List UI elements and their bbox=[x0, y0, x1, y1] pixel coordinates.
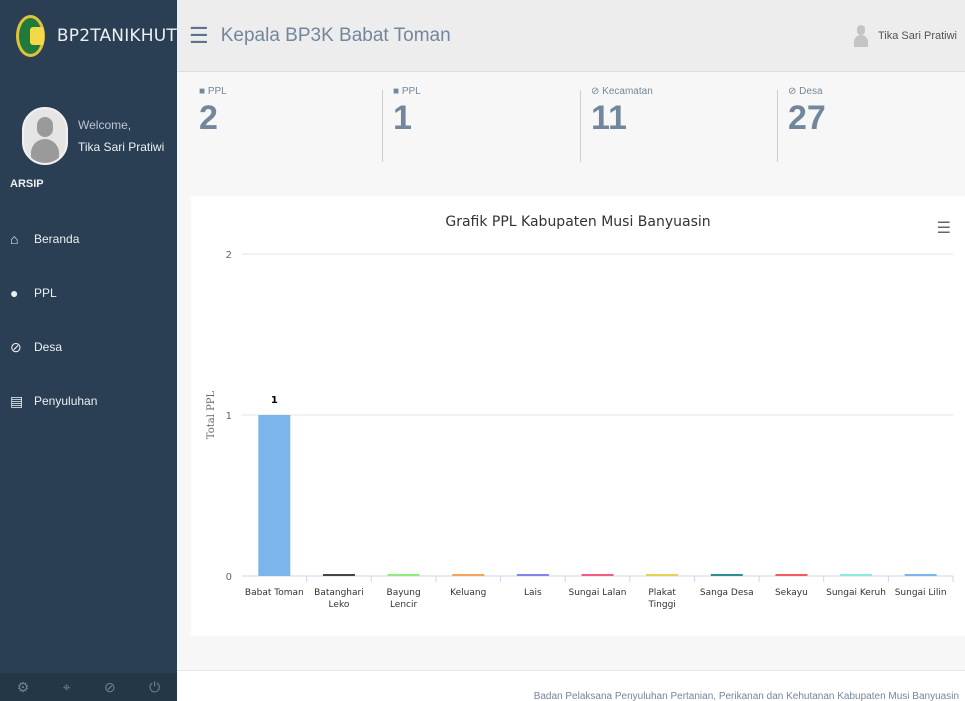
stat-kecamatan: ⊘ Kecamatan 11 bbox=[591, 86, 653, 138]
sidebar-item-desa[interactable]: ⊘ Desa bbox=[0, 320, 177, 374]
footer-text: Badan Pelaksana Penyuluhan Pertanian, Pe… bbox=[533, 691, 959, 701]
profile-info: Welcome, Tika Sari Pratiwi bbox=[78, 118, 164, 154]
settings-icon[interactable]: ⚙ bbox=[17, 679, 30, 696]
x-tick-label: Sungai Lilin bbox=[895, 588, 947, 598]
server-icon: ▤ bbox=[10, 392, 24, 409]
user-icon: ■ bbox=[199, 86, 208, 97]
chart-title: Grafik PPL Kabupaten Musi Banyuasin bbox=[445, 214, 711, 230]
user-menu[interactable]: Tika Sari Pratiwi bbox=[853, 24, 957, 47]
chart-context-menu-icon[interactable]: ☰ bbox=[937, 218, 951, 238]
sidebar: BP2TANIKHUT Welcome, Tika Sari Pratiwi A… bbox=[0, 0, 177, 701]
chart-bar bbox=[258, 415, 291, 576]
top-navbar: ☰ Kepala BP3K Babat Toman Tika Sari Prat… bbox=[177, 0, 965, 72]
user-icon: ■ bbox=[393, 86, 402, 97]
avatar bbox=[22, 107, 68, 165]
sidebar-item-beranda[interactable]: ⌂ Beranda bbox=[0, 212, 177, 266]
page-footer: Badan Pelaksana Penyuluhan Pertanian, Pe… bbox=[177, 670, 965, 701]
stat-value: 11 bbox=[591, 99, 627, 137]
x-tick-label: Lais bbox=[524, 588, 542, 598]
user-avatar-icon bbox=[853, 24, 868, 47]
y-tick-label: 2 bbox=[226, 250, 232, 261]
x-tick-label: Sungai Lalan bbox=[569, 588, 627, 598]
chart-bar bbox=[387, 574, 420, 576]
brand-name: BP2TANIKHUT bbox=[56, 26, 177, 46]
x-tick-label: Batanghari Leko bbox=[314, 588, 364, 610]
chart-bar bbox=[452, 574, 485, 576]
chart-bar bbox=[775, 574, 808, 576]
x-tick-label: Plakat Tinggi bbox=[647, 588, 676, 610]
divider bbox=[382, 90, 383, 162]
stat-ppl-2: ■ PPL 1 bbox=[393, 86, 421, 138]
chart-bar bbox=[516, 574, 549, 576]
compass-icon: ⊘ bbox=[10, 338, 22, 355]
user-name: Tika Sari Pratiwi bbox=[877, 29, 957, 42]
x-tick-label: Babat Toman bbox=[245, 588, 304, 598]
logout-icon[interactable]: ⏻ bbox=[149, 679, 160, 696]
bar-chart: 0 1 2 Total PPL Babat Toman 1 Batanghari Leko Ba… bbox=[206, 250, 954, 610]
chart-bar bbox=[646, 574, 679, 576]
chart-bar bbox=[710, 574, 743, 576]
divider bbox=[580, 90, 581, 162]
y-tick-label: 0 bbox=[226, 572, 232, 583]
fullscreen-icon[interactable]: ⌖ bbox=[63, 679, 71, 696]
chart-panel: 0 1 2 Total PPL Babat Toman 1 Batanghari Leko Ba… bbox=[191, 196, 965, 636]
profile-name: Tika Sari Pratiwi bbox=[78, 140, 165, 154]
home-icon: ⌂ bbox=[10, 231, 19, 247]
stat-label: ⊘ Kecamatan bbox=[591, 86, 653, 97]
sidebar-item-label: Penyuluhan bbox=[34, 394, 98, 408]
sidebar-item-label: Desa bbox=[34, 340, 63, 354]
x-tick-label: Bayung Lencir bbox=[387, 588, 421, 610]
brand[interactable]: BP2TANIKHUT bbox=[0, 0, 177, 72]
x-tick-label: Sungai Keruh bbox=[826, 588, 886, 598]
sidebar-item-penyuluhan[interactable]: ▤ Penyuluhan bbox=[0, 374, 177, 428]
sidebar-item-ppl[interactable]: ● PPL bbox=[0, 266, 177, 320]
stat-value: 27 bbox=[788, 99, 826, 137]
profile: Welcome, Tika Sari Pratiwi bbox=[0, 72, 177, 182]
stat-value: 2 bbox=[199, 99, 218, 137]
stat-desa: ⊘ Desa 27 bbox=[788, 86, 826, 138]
stat-label: ■ PPL bbox=[199, 86, 227, 97]
compass-icon: ⊘ bbox=[788, 86, 800, 97]
stat-ppl-1: ■ PPL 2 bbox=[199, 86, 227, 138]
sidebar-item-label: PPL bbox=[34, 286, 57, 300]
sidebar-footer: ⚙ ⌖ ⊘ ⏻ bbox=[0, 673, 177, 701]
lock-icon[interactable]: ⊘ bbox=[104, 679, 116, 696]
data-label: 1 bbox=[271, 395, 278, 406]
menu-toggle-icon[interactable]: ☰ bbox=[189, 23, 209, 49]
sidebar-menu: ⌂ Beranda ● PPL ⊘ Desa ▤ Penyuluhan bbox=[0, 212, 177, 428]
page-title: Kepala BP3K Babat Toman bbox=[220, 24, 451, 46]
stats-row: ■ PPL 2 ■ PPL 1 ⊘ Kecamatan 11 ⊘ Desa 27 bbox=[177, 72, 965, 192]
sidebar-item-label: Beranda bbox=[34, 232, 80, 246]
compass-icon: ⊘ bbox=[591, 86, 603, 97]
x-tick-label: Sanga Desa bbox=[700, 588, 754, 598]
regency-logo bbox=[16, 15, 45, 57]
user-icon: ● bbox=[10, 285, 19, 301]
chart-bar bbox=[840, 574, 873, 576]
sidebar-section-title: ARSIP bbox=[10, 178, 44, 190]
stat-value: 1 bbox=[393, 99, 412, 137]
chart-bar bbox=[322, 574, 355, 576]
y-tick-label: 1 bbox=[226, 411, 232, 422]
app-root: BP2TANIKHUT Welcome, Tika Sari Pratiwi A… bbox=[0, 0, 965, 701]
x-tick-label: Sekayu bbox=[775, 588, 808, 598]
chart-bar bbox=[581, 574, 614, 576]
stat-label: ⊘ Desa bbox=[788, 86, 823, 97]
stat-label: ■ PPL bbox=[393, 86, 421, 97]
welcome-text: Welcome, bbox=[78, 118, 132, 132]
y-axis-label: Total PPL bbox=[206, 390, 217, 439]
divider bbox=[777, 90, 778, 162]
chart-bar bbox=[904, 574, 937, 576]
x-tick-label: Keluang bbox=[450, 588, 486, 598]
